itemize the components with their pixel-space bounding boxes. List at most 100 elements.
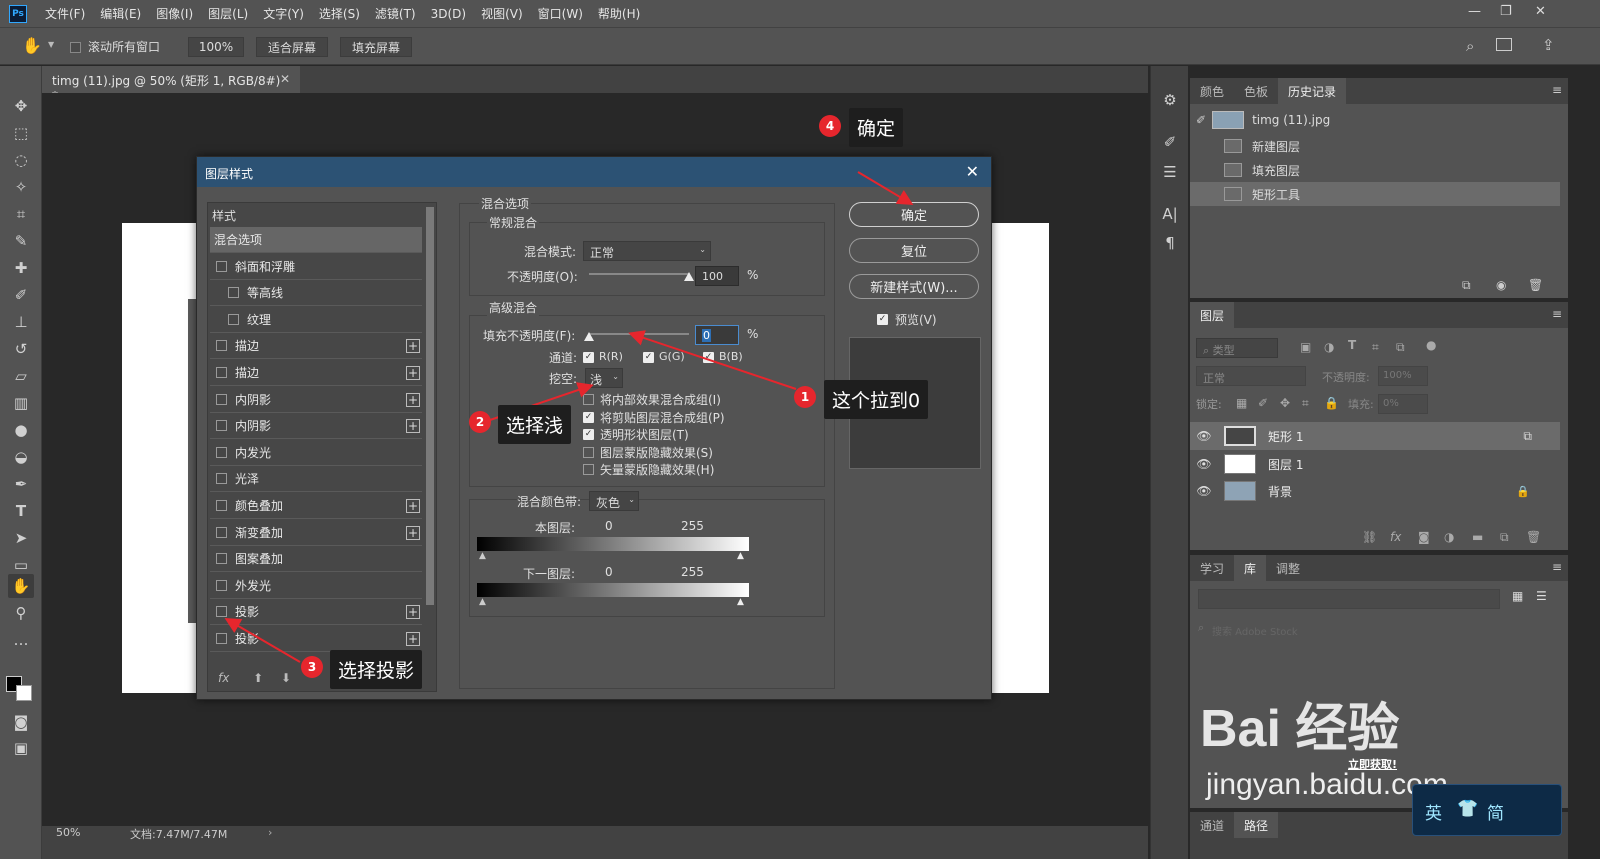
link-layers-icon[interactable]: ⛓: [1362, 530, 1377, 544]
new-document-from-state-icon[interactable]: ⧉: [1462, 278, 1471, 293]
paragraph-icon[interactable]: ¶: [1157, 231, 1183, 255]
this-layer-white-thumb[interactable]: ▲: [737, 551, 744, 561]
history-snapshot[interactable]: ✐ timg (11).jpg: [1190, 108, 1560, 132]
tab-swatches[interactable]: 色板: [1234, 78, 1278, 104]
trash-icon[interactable]: 🗑: [1528, 278, 1543, 292]
this-layer-gradient-bar[interactable]: [477, 537, 749, 551]
layer-row[interactable]: 👁 背景 🔒: [1190, 477, 1560, 505]
style-item[interactable]: 外发光: [210, 573, 422, 599]
panel-menu-icon[interactable]: ≡: [1552, 307, 1562, 321]
blend-mode-select[interactable]: 正常 ⌄: [583, 241, 711, 261]
style-item[interactable]: 投影 +: [210, 626, 422, 652]
panel-menu-icon[interactable]: ≡: [1552, 560, 1562, 574]
gradient-tool-icon[interactable]: ▥: [8, 391, 34, 415]
status-zoom[interactable]: 50%: [56, 826, 80, 839]
blend-option-checkbox[interactable]: [583, 445, 594, 459]
menu-select[interactable]: 选择(S): [319, 5, 360, 22]
fx-icon[interactable]: fx: [218, 671, 229, 685]
move-up-icon[interactable]: ⬆: [253, 671, 263, 685]
panel-menu-icon[interactable]: ≡: [1552, 83, 1562, 97]
move-tool-icon[interactable]: ✥: [8, 94, 34, 118]
eraser-tool-icon[interactable]: ▱: [8, 364, 34, 388]
brush-settings-icon[interactable]: ✐: [1157, 130, 1183, 154]
search-icon[interactable]: ⌕: [1466, 37, 1474, 55]
style-item-selected[interactable]: 混合选项: [210, 227, 422, 253]
tab-layers[interactable]: 图层: [1190, 302, 1235, 328]
menu-3d[interactable]: 3D(D): [431, 7, 466, 21]
fill-opacity-input[interactable]: 0: [695, 325, 739, 345]
add-style-instance-icon[interactable]: +: [406, 605, 420, 619]
style-item[interactable]: 投影 +: [210, 599, 422, 625]
restore-icon[interactable]: ❐: [1500, 4, 1512, 19]
lock-position-icon[interactable]: ✥: [1280, 396, 1290, 410]
menu-edit[interactable]: 编辑(E): [100, 5, 141, 22]
style-item[interactable]: 内发光: [210, 440, 422, 466]
brush-tool-icon[interactable]: ✐: [8, 283, 34, 307]
crop-tool-icon[interactable]: ⌗: [8, 202, 34, 226]
fit-screen-button[interactable]: 适合屏幕: [256, 37, 328, 57]
layer-fill-field[interactable]: 0%: [1378, 394, 1428, 414]
layer-blend-mode-select[interactable]: 正常: [1196, 366, 1306, 386]
filter-toggle-icon[interactable]: ●: [1426, 338, 1436, 352]
chevron-right-icon[interactable]: ›: [268, 826, 272, 839]
tab-color[interactable]: 颜色: [1190, 78, 1234, 104]
fill-screen-button[interactable]: 填充屏幕: [340, 37, 412, 57]
close-window-icon[interactable]: ✕: [1535, 4, 1546, 19]
add-mask-icon[interactable]: ◙: [1418, 530, 1430, 544]
minimize-icon[interactable]: —: [1468, 4, 1481, 19]
style-checkbox[interactable]: [216, 500, 227, 511]
menu-window[interactable]: 窗口(W): [538, 5, 583, 22]
style-item[interactable]: 斜面和浮雕: [210, 254, 422, 280]
delete-layer-icon[interactable]: 🗑: [1526, 530, 1541, 544]
filter-type-icon[interactable]: T: [1348, 338, 1356, 352]
document-tab[interactable]: timg (11).jpg @ 50% (矩形 1, RGB/8#) * ✕: [42, 66, 300, 103]
zoom-100-button[interactable]: 100%: [188, 37, 244, 57]
adjust-icon[interactable]: ☰: [1157, 160, 1183, 184]
tab-adjustments[interactable]: 调整: [1266, 555, 1310, 581]
ok-button[interactable]: 确定: [849, 202, 979, 227]
share-icon[interactable]: ⇪: [1542, 36, 1555, 54]
lasso-tool-icon[interactable]: ◌: [8, 148, 34, 172]
filter-pixel-icon[interactable]: ▣: [1300, 340, 1311, 354]
layer-row-selected[interactable]: 👁 矩形 1 ⧉: [1190, 422, 1560, 450]
lock-all-icon[interactable]: 🔒: [1324, 396, 1339, 410]
style-item[interactable]: 等高线: [210, 280, 422, 306]
eyedropper-tool-icon[interactable]: ✎: [8, 229, 34, 253]
channel-r-checkbox[interactable]: ✓: [583, 350, 594, 364]
type-tool-icon[interactable]: T: [8, 499, 34, 523]
new-style-button[interactable]: 新建样式(W)...: [849, 274, 979, 299]
layer-filter-select[interactable]: ⌕ 类型: [1196, 338, 1278, 358]
tab-libraries[interactable]: 库: [1234, 555, 1267, 581]
style-checkbox[interactable]: [216, 394, 227, 405]
style-checkbox[interactable]: [216, 473, 227, 484]
path-select-tool-icon[interactable]: ➤: [8, 526, 34, 550]
ime-widget[interactable]: 英 👕 简: [1412, 784, 1562, 836]
style-checkbox[interactable]: [216, 580, 227, 591]
preview-checkbox[interactable]: ✓: [877, 312, 888, 326]
opacity-slider-track[interactable]: [589, 272, 694, 281]
style-item[interactable]: 描边 +: [210, 360, 422, 386]
style-checkbox[interactable]: [216, 340, 227, 351]
layer-name[interactable]: 矩形 1: [1268, 428, 1303, 445]
underlying-white-thumb[interactable]: ▲: [737, 597, 744, 607]
style-checkbox[interactable]: [216, 420, 227, 431]
filter-smart-icon[interactable]: ⧉: [1396, 340, 1405, 355]
style-item[interactable]: 描边 +: [210, 333, 422, 359]
filter-adjust-icon[interactable]: ◑: [1324, 340, 1334, 354]
eye-icon[interactable]: 👁: [1190, 457, 1218, 471]
menu-view[interactable]: 视图(V): [481, 5, 523, 22]
blend-option-checkbox[interactable]: ✓: [583, 427, 594, 441]
eye-icon[interactable]: 👁: [1190, 484, 1218, 498]
fill-opacity-slider-track[interactable]: [584, 332, 689, 341]
layer-row[interactable]: 👁 图层 1: [1190, 450, 1560, 478]
history-brush-source-icon[interactable]: ✐: [1196, 113, 1206, 127]
tab-paths[interactable]: 路径: [1234, 812, 1279, 838]
styles-scrollbar[interactable]: [426, 207, 434, 605]
add-style-instance-icon[interactable]: +: [406, 499, 420, 513]
menu-help[interactable]: 帮助(H): [598, 5, 640, 22]
layer-name[interactable]: 背景: [1268, 483, 1292, 500]
list-view-icon[interactable]: ☰: [1536, 589, 1547, 603]
menu-image[interactable]: 图像(I): [156, 5, 193, 22]
style-checkbox[interactable]: [216, 367, 227, 378]
style-checkbox[interactable]: [216, 633, 227, 644]
